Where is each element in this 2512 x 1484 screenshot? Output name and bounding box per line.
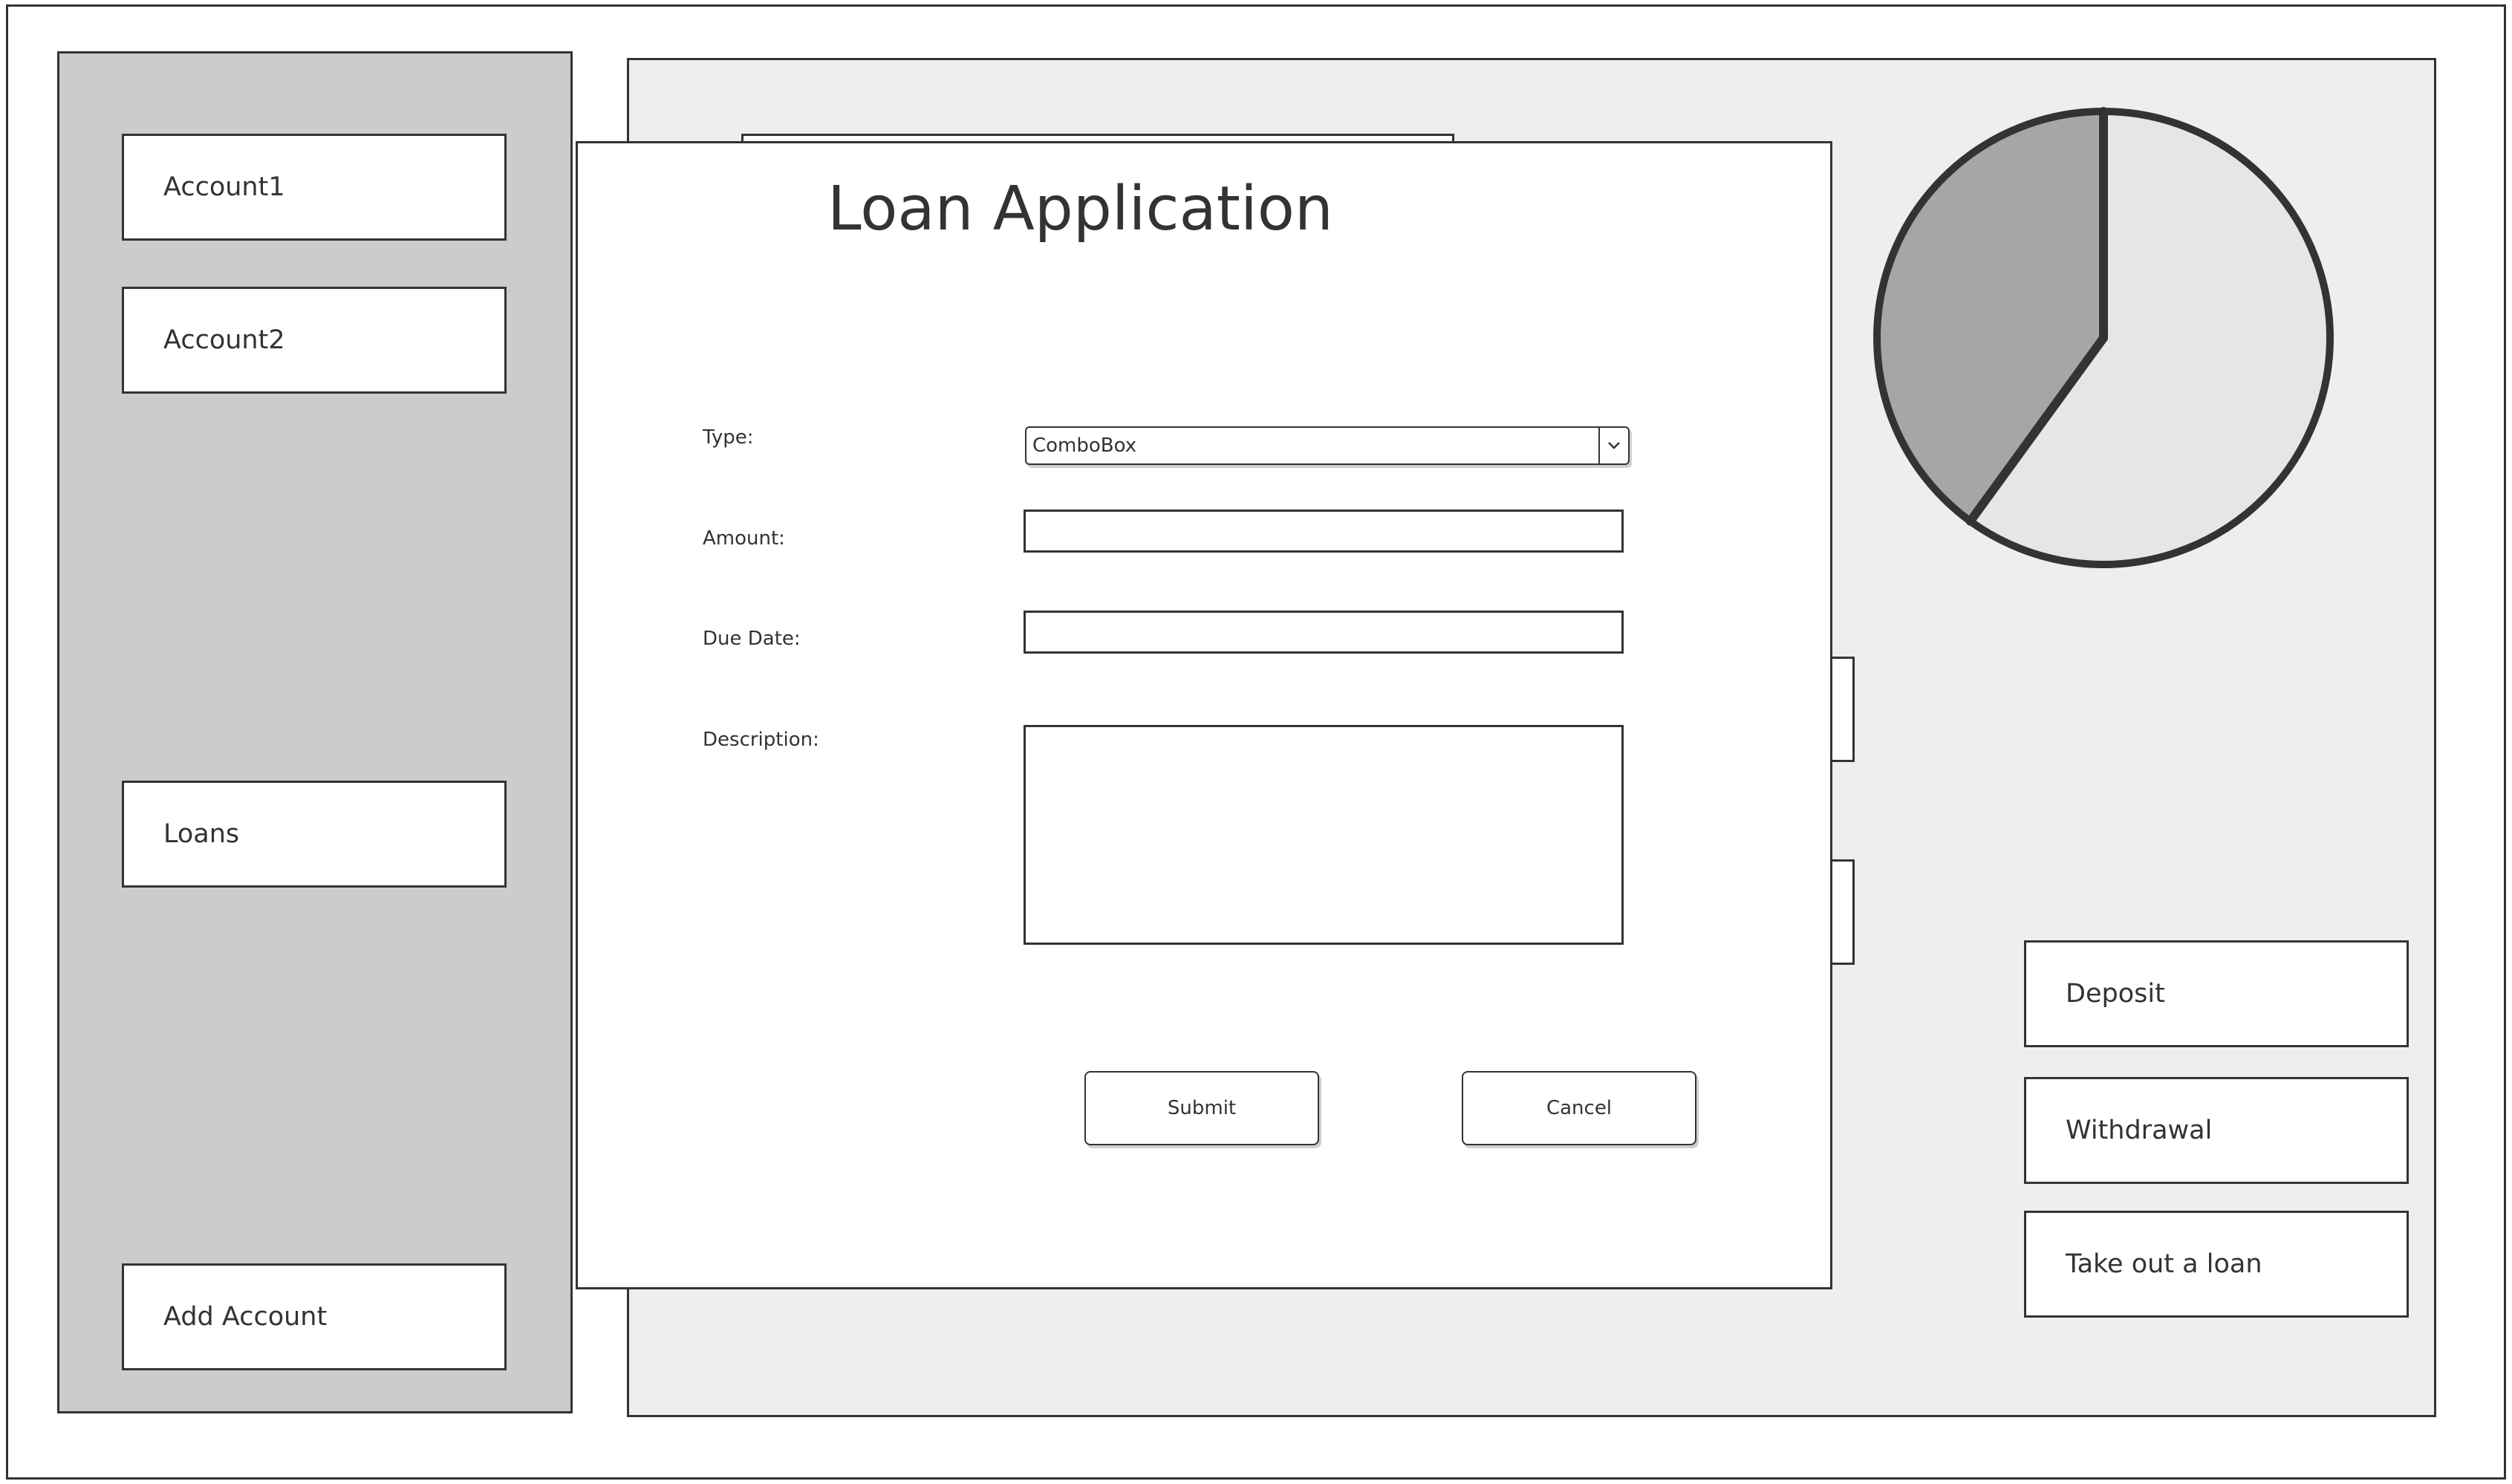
type-label: Type: — [703, 426, 754, 449]
due-date-input[interactable] — [1024, 611, 1624, 654]
deposit-label: Deposit — [2066, 978, 2165, 1009]
type-combobox-value: ComboBox — [1032, 435, 1137, 457]
cancel-button[interactable]: Cancel — [1462, 1071, 1696, 1145]
sidebar-item-loans[interactable]: Loans — [122, 781, 507, 888]
withdrawal-button[interactable]: Withdrawal — [2024, 1077, 2409, 1184]
sidebar-item-label: Add Account — [163, 1301, 328, 1332]
submit-label: Submit — [1167, 1097, 1237, 1119]
take-loan-button[interactable]: Take out a loan — [2024, 1211, 2409, 1318]
submit-button[interactable]: Submit — [1084, 1071, 1319, 1145]
description-label: Description: — [703, 729, 819, 751]
add-account-button[interactable]: Add Account — [122, 1263, 507, 1370]
sidebar-item-account2[interactable]: Account2 — [122, 287, 507, 394]
sidebar-item-account1[interactable]: Account1 — [122, 134, 507, 241]
sidebar — [57, 51, 573, 1413]
dialog-title: Loan Application — [827, 174, 1333, 244]
description-textarea[interactable] — [1024, 725, 1624, 945]
amount-input[interactable] — [1024, 510, 1624, 553]
type-combobox[interactable]: ComboBox — [1025, 426, 1630, 465]
amount-label: Amount: — [703, 527, 785, 550]
cancel-label: Cancel — [1546, 1097, 1613, 1119]
take-loan-label: Take out a loan — [2066, 1249, 2262, 1279]
sidebar-item-label: Account2 — [163, 325, 285, 355]
sidebar-item-label: Account1 — [163, 172, 285, 202]
deposit-button[interactable]: Deposit — [2024, 940, 2409, 1047]
chevron-down-icon[interactable] — [1598, 428, 1628, 463]
sidebar-item-label: Loans — [163, 819, 240, 849]
withdrawal-label: Withdrawal — [2066, 1115, 2213, 1145]
balance-pie-chart — [1873, 107, 2334, 568]
due-date-label: Due Date: — [703, 628, 801, 650]
